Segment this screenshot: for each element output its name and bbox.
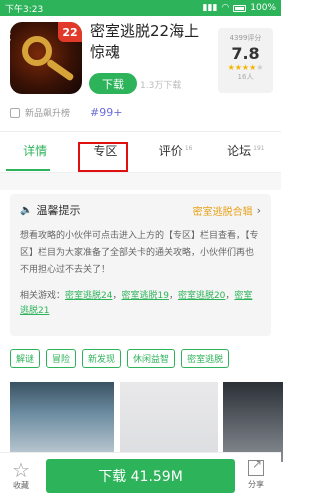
signal-icon: ▮▮▮	[202, 3, 218, 13]
related-games: 相关游戏：密室逃脱24，密室逃脱19，密室逃脱20，密室逃脱21	[20, 291, 253, 316]
rating-count: 16人	[237, 73, 254, 81]
tab-details-label: 详情	[23, 144, 48, 158]
speaker-icon: 🔈	[20, 204, 33, 216]
highlight-box	[78, 142, 128, 172]
rating-label: 4399评分	[229, 34, 262, 42]
share-icon	[248, 457, 264, 476]
battery-icon	[233, 4, 247, 12]
related-label: 相关游戏：	[20, 291, 66, 301]
rank-list-label[interactable]: 新品飙升榜	[25, 106, 70, 119]
screenshot-thumbnail[interactable]	[120, 382, 218, 462]
battery-level: 100%	[250, 3, 276, 13]
tab-forum-count: 191	[253, 145, 265, 152]
tag-list: 解谜 冒险 新发现 休闲益智 密室逃脱	[10, 349, 230, 368]
tips-card: 🔈 温馨提示 密室逃脱合辑 › 想看攻略的小伙伴可点击进入上方的【专区】栏目查看…	[10, 194, 271, 336]
tips-header: 🔈 温馨提示 密室逃脱合辑 ›	[20, 202, 261, 218]
download-count: 1.3万下载	[140, 81, 182, 91]
favorite-button[interactable]: ☆ 收藏	[12, 460, 30, 491]
rank-value: #99+	[90, 106, 123, 119]
main-download-button[interactable]: 下载 41.59M	[46, 459, 235, 493]
tab-bar: 详情 专区 评价 16 论坛 191	[0, 142, 281, 171]
collection-link[interactable]: 密室逃脱合辑	[193, 203, 253, 218]
favorite-label: 收藏	[12, 481, 29, 490]
tag-item[interactable]: 新发现	[82, 349, 122, 368]
status-time: 下午3:23	[5, 4, 44, 15]
tag-item[interactable]: 密室逃脱	[181, 349, 230, 368]
tab-forum[interactable]: 论坛 191	[211, 142, 281, 170]
share-button[interactable]: 分享	[248, 457, 264, 490]
screenshot-thumbnail[interactable]	[10, 382, 114, 462]
tag-item[interactable]: 解谜	[10, 349, 41, 368]
meta-row: 新品飙升榜 #99+	[10, 106, 122, 119]
app-title: 密室逃脱22海上惊魂	[90, 22, 200, 61]
status-icons: ▮▮▮ ◠ 100%	[203, 3, 276, 13]
tips-body: 想看攻略的小伙伴可点击进入上方的【专区】栏目查看，【专区】栏目为大家准备了全部关…	[20, 231, 259, 275]
rating-score: 7.8	[231, 44, 260, 63]
section-gap	[0, 173, 281, 190]
app-icon-badge: 22	[58, 22, 82, 42]
screenshot-thumbnail[interactable]	[223, 382, 283, 462]
rank-list-icon	[10, 107, 20, 118]
bottom-bar: ☆ 收藏 下载 41.59M 分享	[0, 452, 281, 500]
rating-box: 4399评分 7.8 ★★★★★ 16人	[218, 28, 273, 93]
tag-item[interactable]: 休闲益智	[127, 349, 176, 368]
tips-title: 温馨提示	[36, 204, 81, 217]
screenshot-gallery	[10, 382, 283, 462]
rating-stars: ★★★★★	[227, 63, 264, 72]
wifi-icon: ◠	[221, 3, 230, 13]
status-bar: 下午3:23 ▮▮▮ ◠ 100%	[0, 0, 281, 16]
app-icon: 22	[10, 22, 82, 94]
related-game-link[interactable]: 密室逃脱24	[65, 291, 112, 301]
tab-reviews[interactable]: 评价 16	[141, 142, 211, 170]
back-icon[interactable]: ‹	[5, 28, 12, 46]
related-game-link[interactable]: 密室逃脱19	[121, 291, 168, 301]
tab-reviews-count: 16	[184, 145, 193, 152]
tab-details[interactable]: 详情	[0, 142, 70, 171]
related-game-link[interactable]: 密室逃脱20	[178, 291, 225, 301]
tag-item[interactable]: 冒险	[46, 349, 77, 368]
tab-forum-label: 论坛	[227, 144, 252, 158]
download-button[interactable]: 下载	[89, 73, 137, 94]
chevron-right-icon[interactable]: ›	[257, 204, 261, 217]
star-icon: ☆	[12, 458, 30, 482]
tab-reviews-label: 评价	[158, 144, 183, 158]
share-label: 分享	[248, 480, 264, 489]
divider	[0, 131, 281, 132]
key-shaft-graphic	[45, 58, 75, 82]
